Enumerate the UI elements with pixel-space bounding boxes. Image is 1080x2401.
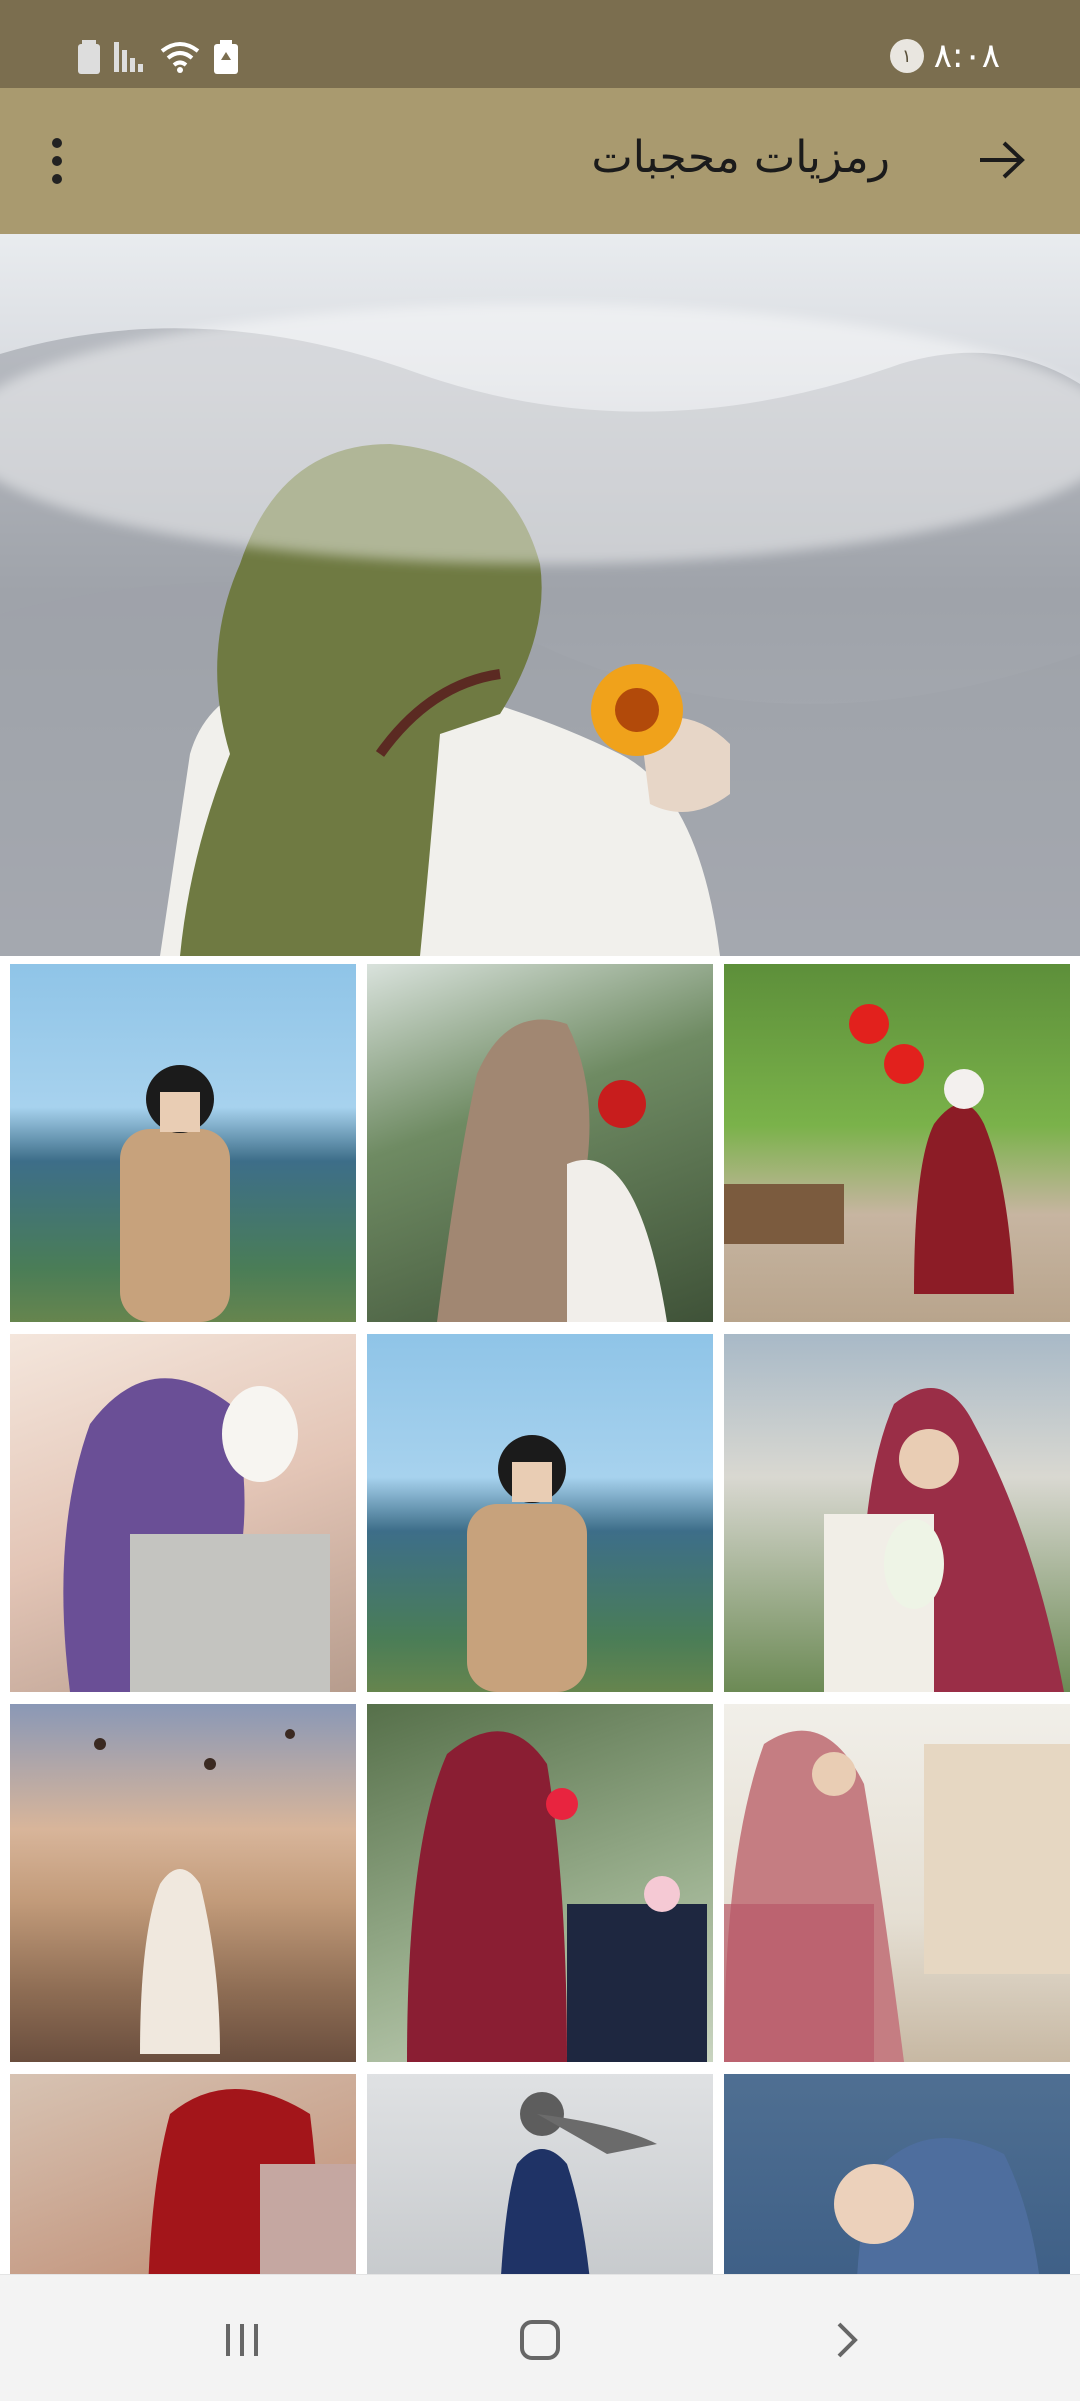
status-bar: ١ ٨:٠٨ bbox=[0, 0, 1080, 88]
recent-apps-icon[interactable] bbox=[212, 2315, 272, 2365]
grid-tile[interactable] bbox=[367, 2074, 713, 2274]
wifi-icon bbox=[160, 42, 200, 73]
grid-tile[interactable] bbox=[367, 1704, 713, 2062]
notification-badge: ١ bbox=[889, 39, 924, 73]
grid-tile[interactable] bbox=[367, 964, 713, 1322]
battery-icon bbox=[78, 40, 100, 74]
grid-tile[interactable] bbox=[367, 1334, 713, 1692]
grid-tile[interactable] bbox=[10, 2074, 356, 2274]
grid-tile[interactable] bbox=[10, 1704, 356, 2062]
grid-tile[interactable] bbox=[10, 964, 356, 1322]
status-icons bbox=[78, 40, 238, 74]
home-icon[interactable] bbox=[510, 2315, 570, 2365]
page-title: رمزيات محجبات bbox=[591, 132, 890, 183]
signal-icon bbox=[114, 42, 143, 72]
grid-tile[interactable] bbox=[724, 964, 1070, 1322]
battery-saver-icon bbox=[214, 40, 238, 74]
arrow-right-icon[interactable] bbox=[978, 140, 1026, 180]
status-time: ٨:٠٨ bbox=[933, 36, 1000, 76]
more-vertical-icon[interactable] bbox=[48, 138, 66, 184]
grid-tile[interactable] bbox=[10, 1334, 356, 1692]
app-bar: رمزيات محجبات bbox=[0, 88, 1080, 234]
hero-image[interactable] bbox=[0, 234, 1080, 956]
grid-tile[interactable] bbox=[724, 1334, 1070, 1692]
system-nav-bar bbox=[0, 2274, 1080, 2401]
grid-tile[interactable] bbox=[724, 2074, 1070, 2274]
back-icon[interactable] bbox=[816, 2315, 876, 2365]
image-grid bbox=[0, 956, 1080, 2274]
grid-tile[interactable] bbox=[724, 1704, 1070, 2062]
